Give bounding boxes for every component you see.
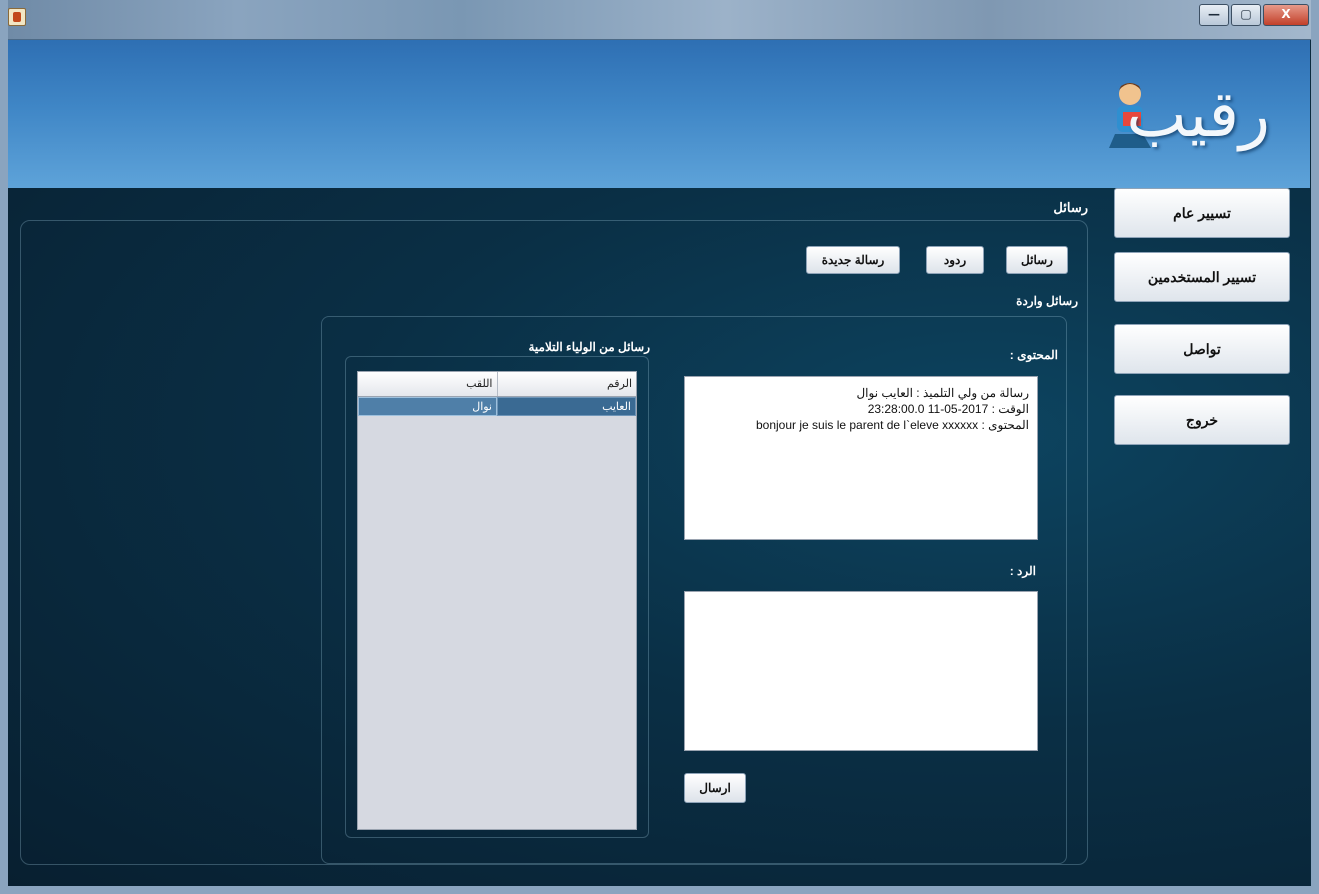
close-button[interactable]: X (1263, 4, 1309, 26)
close-icon: X (1281, 7, 1291, 21)
sidebar-item-general[interactable]: تسيير عام (1114, 188, 1290, 238)
messages-table[interactable]: اللقب الرقم نوال العايب (357, 371, 637, 830)
list-title: رسائل من الولياء التلامية (528, 340, 650, 354)
window-titlebar: — ▢ X (0, 0, 1319, 40)
minimize-icon: — (1208, 7, 1220, 21)
inbox-subtitle: رسائل واردة (1016, 294, 1078, 308)
reply-textarea[interactable] (684, 591, 1038, 751)
content-text: رسالة من ولي التلميذ : العايب نوال الوقت… (693, 385, 1029, 433)
header-banner: رقيب (8, 40, 1310, 188)
section-title: رسائل (1053, 200, 1088, 215)
sidebar-item-label: تواصل (1183, 340, 1221, 357)
sidebar-item-label: تسيير عام (1173, 204, 1231, 221)
sidebar-item-label: خروج (1185, 411, 1219, 428)
table-cell: العايب (497, 397, 636, 416)
tab-replies[interactable]: ردود (926, 246, 984, 274)
column-header-lastname[interactable]: اللقب (358, 372, 497, 396)
tab-label: ردود (943, 253, 967, 267)
logo-text: رقيب (1126, 78, 1270, 152)
java-app-icon (8, 8, 26, 26)
table-header: اللقب الرقم (358, 372, 636, 397)
content-label: المحتوى : (1009, 348, 1058, 362)
tab-label: رسائل (1021, 253, 1053, 267)
send-label: ارسال (699, 781, 731, 795)
maximize-button[interactable]: ▢ (1231, 4, 1261, 26)
window-controls: — ▢ X (1197, 4, 1309, 26)
content-line: المحتوى : bonjour je suis le parent de l… (755, 418, 1029, 432)
tab-messages[interactable]: رسائل (1006, 246, 1068, 274)
content-line: الوقت : 2017-05-11 23:28:00.0 (867, 402, 1029, 416)
sidebar-item-exit[interactable]: خروج (1114, 395, 1290, 445)
content-textarea[interactable]: رسالة من ولي التلميذ : العايب نوال الوقت… (684, 376, 1038, 540)
app-logo: رقيب (1020, 78, 1270, 168)
sidebar-item-users[interactable]: تسيير المستخدمين (1114, 252, 1290, 302)
table-cell: نوال (358, 397, 497, 416)
table-row[interactable]: نوال العايب (358, 397, 636, 416)
main-content: تسيير عام تسيير المستخدمين تواصل خروج رس… (8, 188, 1310, 888)
sidebar-item-label: تسيير المستخدمين (1147, 268, 1257, 285)
tab-label: رسالة جديدة (821, 253, 885, 267)
column-header-number[interactable]: الرقم (496, 372, 637, 396)
maximize-icon: ▢ (1240, 7, 1252, 21)
content-line: رسالة من ولي التلميذ : العايب نوال (856, 386, 1029, 400)
tab-new-message[interactable]: رسالة جديدة (806, 246, 900, 274)
sidebar-item-communication[interactable]: تواصل (1114, 324, 1290, 374)
send-button[interactable]: ارسال (684, 773, 746, 803)
minimize-button[interactable]: — (1199, 4, 1229, 26)
reply-label: الرد : (1009, 564, 1036, 578)
